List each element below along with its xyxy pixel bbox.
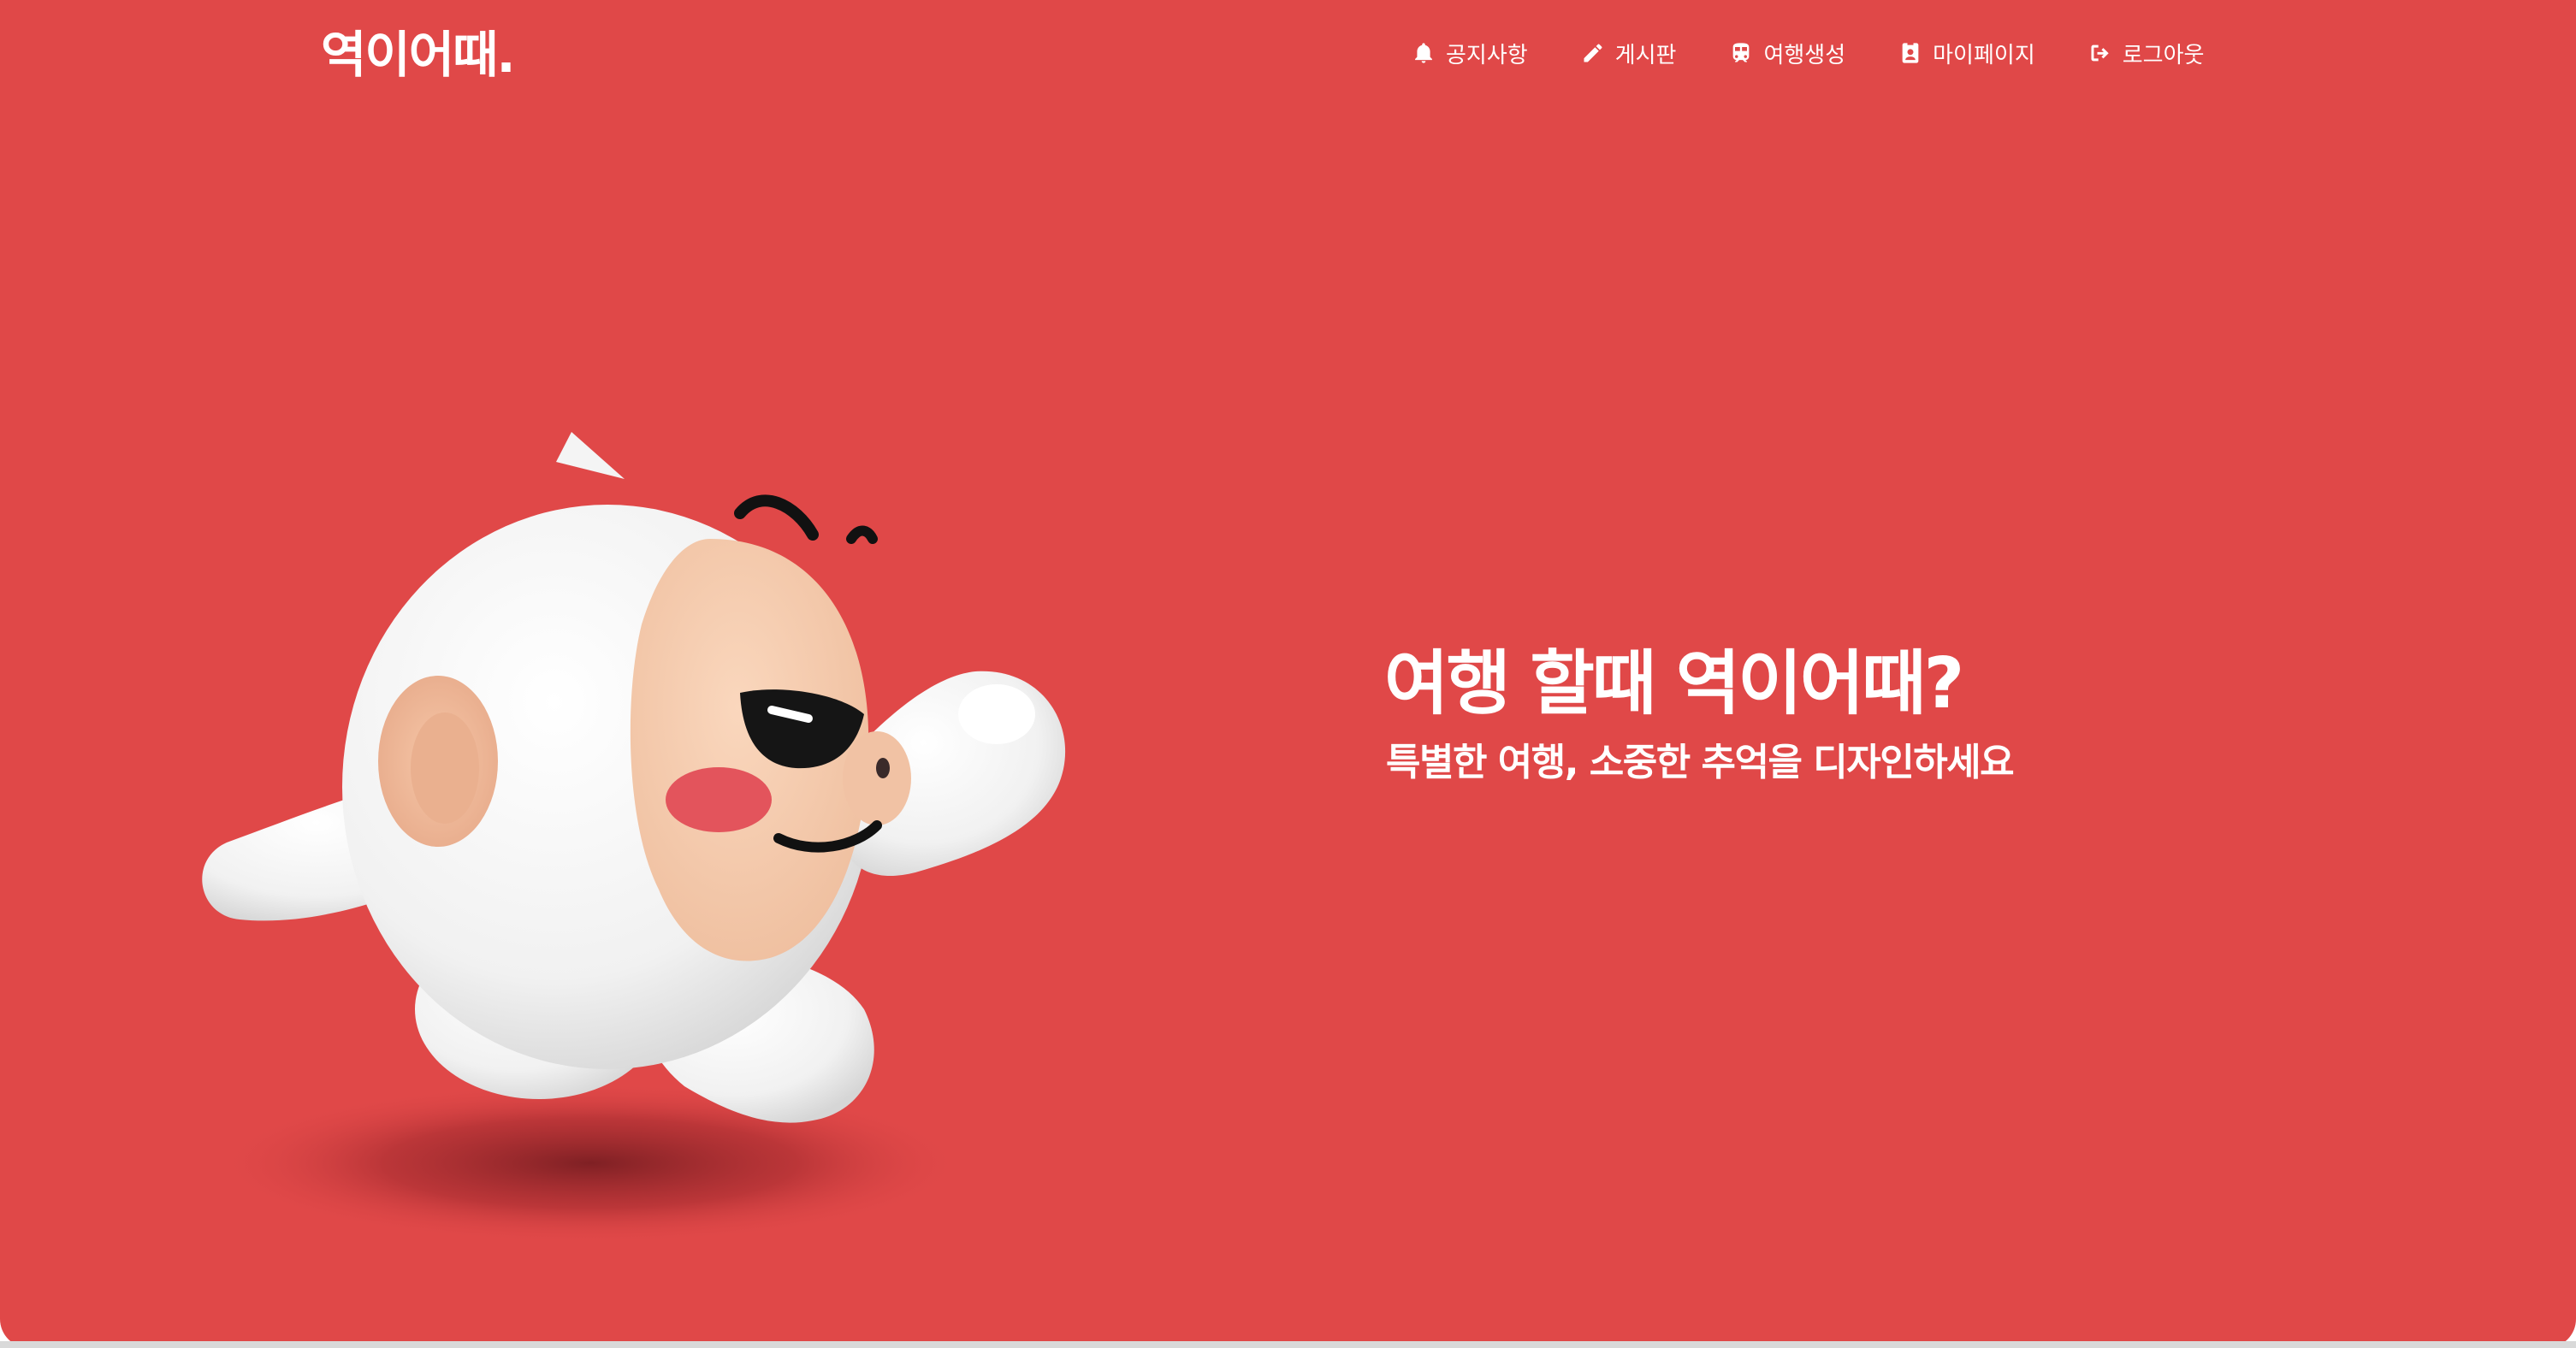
nav-label-create-trip: 여행생성 [1763,42,1846,68]
nav-item-board[interactable]: 게시판 [1581,38,1677,69]
monkey-mascot-illustration [202,432,1066,1245]
nav-label-logout: 로그아웃 [2122,42,2205,68]
nav-item-create-trip[interactable]: 여행생성 [1729,38,1845,69]
page-bottom-edge [0,1341,2576,1348]
pencil-icon [1584,44,1602,62]
nav-label-mypage: 마이페이지 [1933,42,2035,68]
landing-page: 역이어때. 공지사항 게시판 여행생성 마이페이지 로그아웃 여행 할때 역이어… [0,0,2576,1348]
logout-icon [2091,44,2109,62]
nav-item-notice[interactable]: 공지사항 [1412,38,1528,69]
nav-item-logout[interactable]: 로그아웃 [2088,38,2205,69]
nav-label-notice: 공지사항 [1446,42,1528,68]
nav-label-board: 게시판 [1614,42,1677,68]
hero-title: 여행 할때 역이어때? [1384,643,1964,724]
hero-subtitle: 특별한 여행, 소중한 추억을 디자인하세요 [1386,741,2015,784]
bell-icon [1415,43,1432,63]
train-icon [1733,43,1750,62]
nav-item-mypage[interactable]: 마이페이지 [1898,38,2035,69]
top-nav: 공지사항 게시판 여행생성 마이페이지 로그아웃 [1412,29,2204,77]
site-logo[interactable]: 역이어때. [321,21,515,89]
user-badge-icon [1902,43,1919,63]
